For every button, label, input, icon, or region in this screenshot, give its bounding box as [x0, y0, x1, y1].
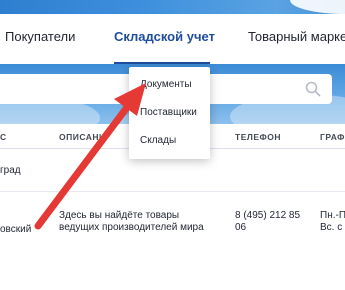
search-icon[interactable] — [304, 80, 322, 98]
row-2-city: овский — [0, 224, 32, 235]
menu-item-suppliers[interactable]: Поставщики — [140, 107, 197, 118]
warehouse-dropdown-menu: Документы Поставщики Склады — [129, 67, 210, 159]
banner-curve — [290, 0, 345, 14]
row-divider — [0, 191, 345, 192]
row-1-city: град — [0, 165, 21, 176]
menu-item-warehouses[interactable]: Склады — [140, 135, 176, 146]
tab-warehouse[interactable]: Складской учет — [114, 29, 215, 44]
column-header-schedule: ГРАФ — [320, 132, 345, 142]
row-2-description: Здесь вы найдёте товары ведущих производ… — [59, 210, 204, 233]
column-header-description: ОПИСАНИ — [59, 132, 106, 142]
tab-customers[interactable]: Покупатели — [5, 29, 75, 44]
row-2-schedule: Пн.-П Вс. с — [320, 210, 345, 233]
top-banner-strip — [0, 0, 345, 14]
column-header-city: С — [0, 132, 7, 142]
menu-item-documents[interactable]: Документы — [140, 79, 192, 90]
column-header-phone: ТЕЛЕФОН — [235, 132, 281, 142]
tab-marketplace[interactable]: Товарный марке — [248, 29, 345, 44]
main-nav: Покупатели Складской учет Товарный марке — [0, 14, 345, 65]
row-2-phone[interactable]: 8 (495) 212 85 06 — [235, 210, 303, 234]
